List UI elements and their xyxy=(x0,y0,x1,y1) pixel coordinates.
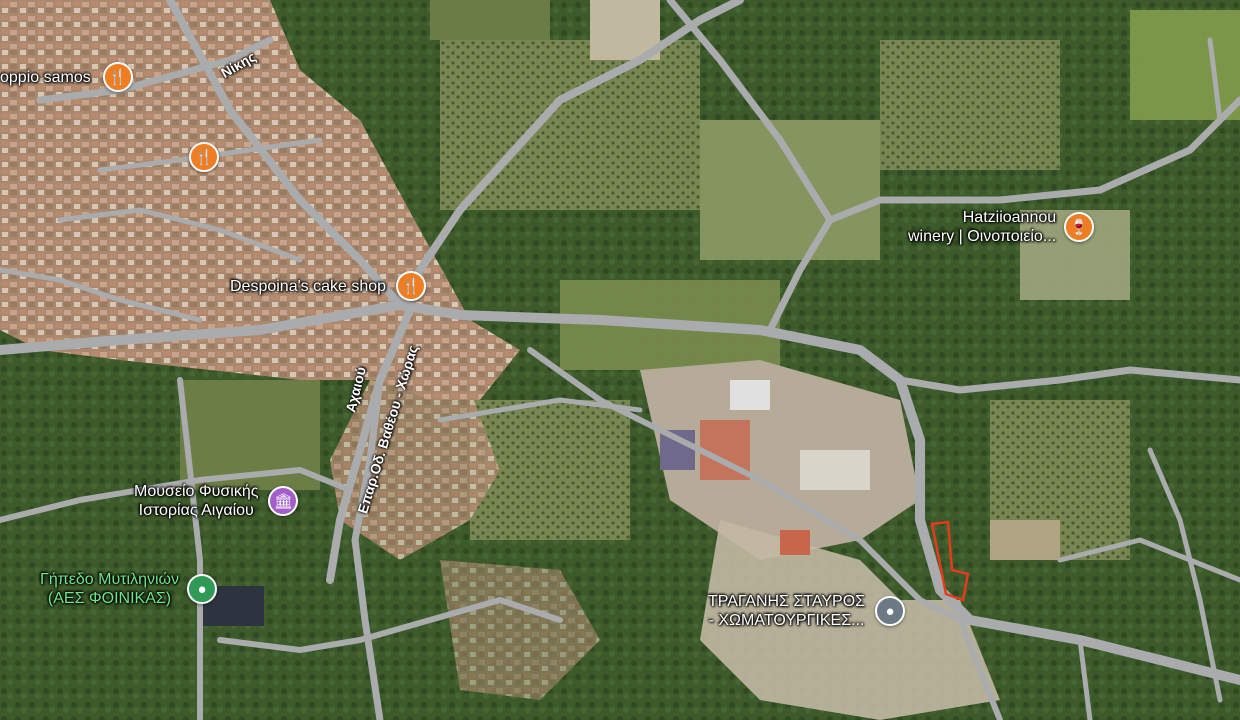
poi-label: ΤΡΑΓΑΝΗΣ ΣΤΑΥΡΟΣ - ΧΩΜΑΤΟΥΡΓΙΚΕΣ... xyxy=(708,592,865,630)
poi-label: Despoina's cake shop xyxy=(230,277,387,295)
poi-label-line: - ΧΩΜΑΤΟΥΡΓΙΚΕΣ... xyxy=(708,612,865,629)
fork-knife-icon[interactable]: 🍴 xyxy=(396,271,427,301)
satellite-map[interactable] xyxy=(0,0,1240,720)
poi-label-line: (ΑΕΣ ΦΟΙΝΙΚΑΣ) xyxy=(47,590,172,607)
poi-natural-history-museum[interactable]: Μουσείο Φυσικής Ιστορίας Αιγαίου 🏛 xyxy=(134,482,299,520)
poi-label: oppio samos xyxy=(0,68,91,86)
poi-oppio-samos[interactable]: oppio samos 🍴 xyxy=(0,62,133,92)
field xyxy=(990,520,1060,560)
field xyxy=(700,120,880,260)
poi-label: Μουσείο Φυσικής Ιστορίας Αιγαίου xyxy=(134,482,258,520)
building xyxy=(800,450,870,490)
field xyxy=(880,40,1060,170)
stadium-pin-icon[interactable]: ● xyxy=(187,574,218,604)
poi-label-line: Ιστορίας Αιγαίου xyxy=(138,502,254,519)
poi-label-line: Γήπεδο Μυτιληνιών xyxy=(40,571,180,588)
poi-despoina-cake-shop[interactable]: Despoina's cake shop 🍴 xyxy=(230,271,427,301)
building xyxy=(730,380,770,410)
poi-label-line: ΤΡΑΓΑΝΗΣ ΣΤΑΥΡΟΣ xyxy=(708,593,866,610)
poi-label: Γήπεδο Μυτιληνιών (ΑΕΣ ΦΟΙΝΙΚΑΣ) xyxy=(40,570,179,608)
poi-label: Hatziioannou winery | Οινοποιείο... xyxy=(908,208,1056,246)
poi-tragani-stavros[interactable]: ΤΡΑΓΑΝΗΣ ΣΤΑΥΡΟΣ - ΧΩΜΑΤΟΥΡΓΙΚΕΣ... ● xyxy=(708,592,906,630)
poi-label-line: winery | Οινοποιείο... xyxy=(908,228,1057,245)
fork-knife-icon[interactable]: 🍴 xyxy=(189,142,219,172)
poi-hatziioannou-winery[interactable]: Hatziioannou winery | Οινοποιείο... 🍷 xyxy=(908,208,1095,246)
field xyxy=(430,0,550,40)
fork-knife-icon[interactable]: 🍴 xyxy=(102,62,133,92)
building xyxy=(780,530,810,555)
poi-restaurant[interactable]: 🍴 xyxy=(189,142,219,172)
poi-label-line: Μουσείο Φυσικής xyxy=(134,483,259,500)
field xyxy=(1130,10,1240,120)
wine-glass-icon[interactable]: 🍷 xyxy=(1064,212,1095,242)
poi-label-line: Hatziioannou xyxy=(962,209,1057,226)
poi-stadium[interactable]: Γήπεδο Μυτιληνιών (ΑΕΣ ΦΟΙΝΙΚΑΣ) ● xyxy=(40,570,218,608)
museum-icon[interactable]: 🏛 xyxy=(268,486,299,516)
place-pin-icon[interactable]: ● xyxy=(875,596,906,626)
